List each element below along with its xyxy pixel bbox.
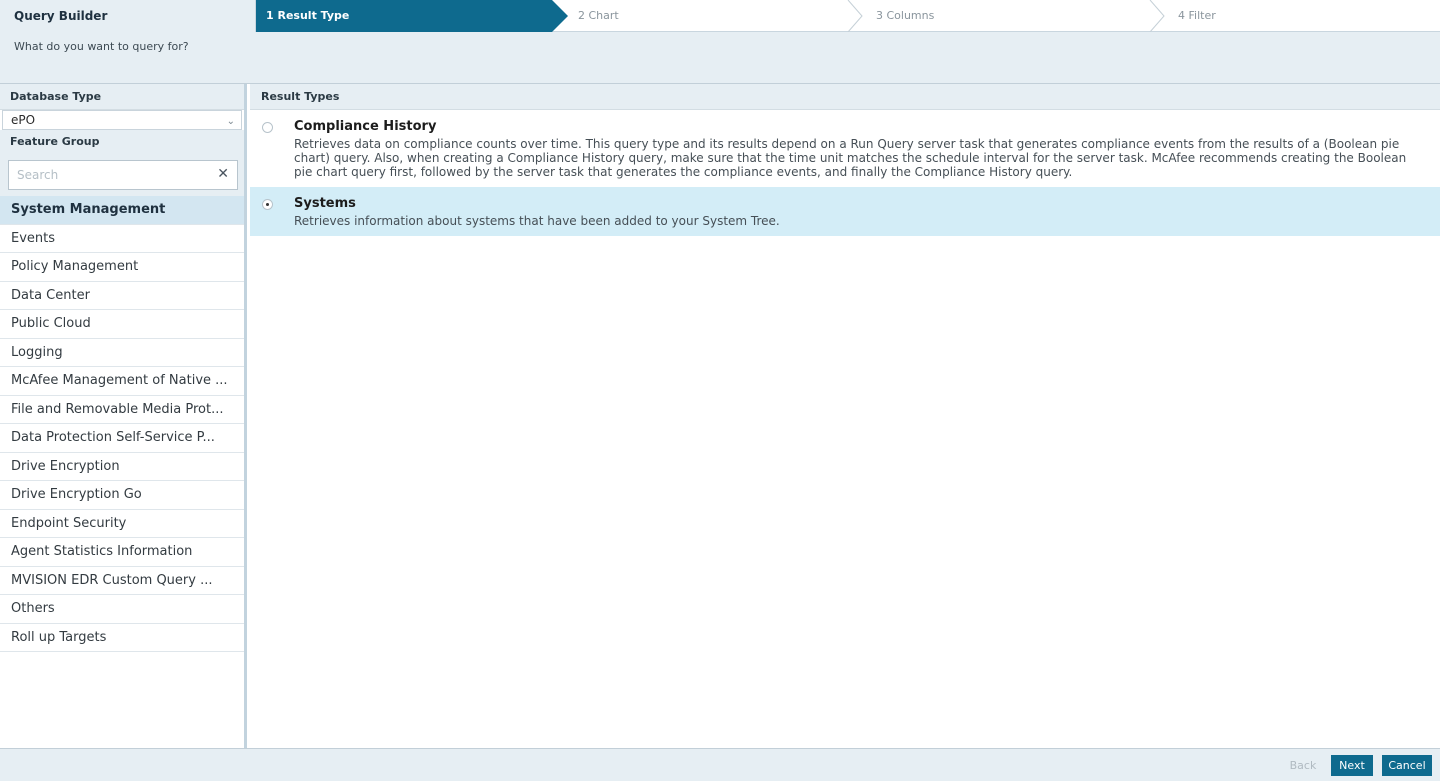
question-text: What do you want to query for?	[14, 40, 189, 53]
next-button[interactable]: Next	[1331, 755, 1373, 776]
feature-group-item-roll-up-targets[interactable]: Roll up Targets	[0, 624, 244, 652]
wizard-steps: 1 Result Type 2 Chart 3 Columns 4 Filter	[256, 0, 1440, 32]
feature-group-item-system-management[interactable]: System Management	[0, 196, 244, 225]
radio-compliance-history[interactable]	[262, 122, 273, 133]
feature-group-label: Feature Group	[0, 130, 244, 154]
result-type-option-compliance-history[interactable]: Compliance History Retrieves data on com…	[250, 110, 1440, 187]
feature-group-item-drive-encryption[interactable]: Drive Encryption	[0, 453, 244, 481]
feature-group-item-drive-encryption-go[interactable]: Drive Encryption Go	[0, 481, 244, 510]
feature-group-item-events[interactable]: Events	[0, 225, 244, 253]
left-panel: Database Type ePO ⌄ Feature Group ✕ Syst…	[0, 84, 247, 748]
result-type-description: Retrieves data on compliance counts over…	[294, 137, 1407, 179]
feature-group-item-data-protection-self-service[interactable]: Data Protection Self-Service P...	[0, 424, 244, 453]
step-label: 4 Filter	[1178, 9, 1216, 22]
step-label: 1 Result Type	[266, 9, 350, 22]
step-label: 2 Chart	[578, 9, 619, 22]
feature-group-item-others[interactable]: Others	[0, 595, 244, 624]
step-columns[interactable]: 3 Columns	[866, 0, 1146, 32]
feature-group-item-data-center[interactable]: Data Center	[0, 282, 244, 310]
step-chevron-icon	[846, 0, 864, 32]
step-result-type[interactable]: 1 Result Type	[256, 0, 568, 32]
database-type-label: Database Type	[0, 84, 244, 110]
chevron-down-icon: ⌄	[226, 116, 235, 127]
app-title: Query Builder	[0, 0, 256, 32]
cancel-button[interactable]: Cancel	[1382, 755, 1432, 776]
feature-group-search: ✕	[0, 154, 244, 196]
result-type-option-systems[interactable]: Systems Retrieves information about syst…	[250, 187, 1440, 236]
feature-group-item-policy-management[interactable]: Policy Management	[0, 253, 244, 282]
feature-group-list: System Management Events Policy Manageme…	[0, 196, 244, 652]
clear-search-icon[interactable]: ✕	[217, 166, 229, 182]
question-band: What do you want to query for?	[0, 32, 1440, 84]
step-filter[interactable]: 4 Filter	[1168, 0, 1438, 32]
search-input[interactable]	[9, 161, 209, 189]
step-active-arrow-icon	[552, 0, 568, 32]
feature-group-item-logging[interactable]: Logging	[0, 339, 244, 367]
feature-group-item-file-removable-media[interactable]: File and Removable Media Prot...	[0, 396, 244, 424]
feature-group-item-public-cloud[interactable]: Public Cloud	[0, 310, 244, 339]
feature-group-item-agent-statistics[interactable]: Agent Statistics Information	[0, 538, 244, 567]
back-button[interactable]: Back	[1282, 755, 1324, 776]
step-label: 3 Columns	[876, 9, 935, 22]
radio-systems[interactable]	[262, 199, 273, 210]
database-type-select[interactable]: ePO ⌄	[2, 110, 242, 130]
database-type-value: ePO	[11, 113, 36, 127]
result-types-panel: Result Types Compliance History Retrieve…	[250, 84, 1440, 748]
step-chart[interactable]: 2 Chart	[568, 0, 848, 32]
footer-bar: Back Next Cancel	[0, 748, 1440, 781]
result-type-description: Retrieves information about systems that…	[294, 214, 780, 228]
result-types-label: Result Types	[250, 84, 1440, 110]
feature-group-item-mvision-edr[interactable]: MVISION EDR Custom Query ...	[0, 567, 244, 595]
feature-group-item-mcafee-management-native[interactable]: McAfee Management of Native ...	[0, 367, 244, 396]
feature-group-item-endpoint-security[interactable]: Endpoint Security	[0, 510, 244, 538]
result-type-title: Systems	[294, 196, 356, 211]
result-type-title: Compliance History	[294, 119, 437, 134]
step-chevron-icon	[1148, 0, 1166, 32]
search-box: ✕	[8, 160, 238, 190]
wizard-header: Query Builder 1 Result Type 2 Chart 3 Co…	[0, 0, 1440, 32]
